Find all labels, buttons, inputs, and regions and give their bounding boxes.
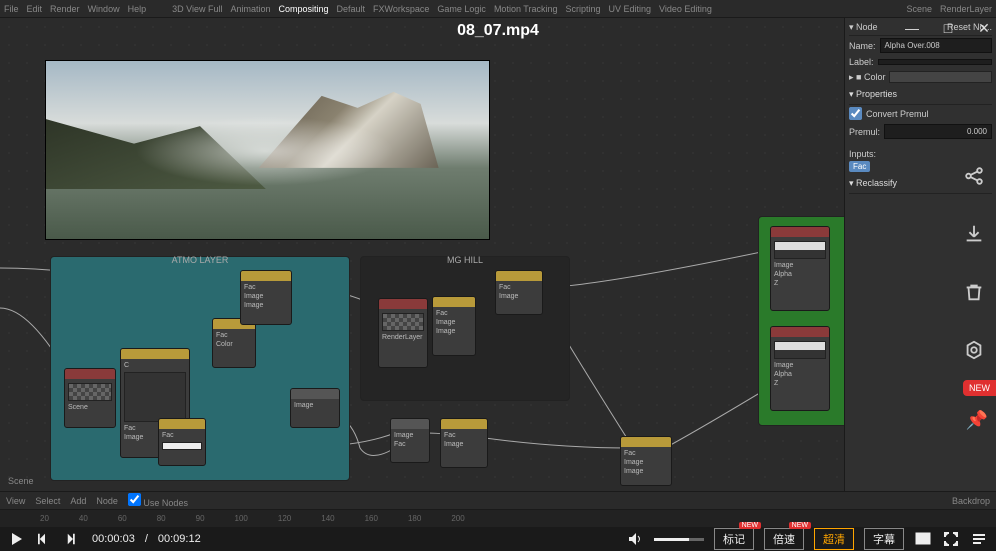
ws-default[interactable]: Default [337, 4, 366, 14]
total-time: 00:09:12 [158, 533, 201, 545]
node-editor-header: View Select Add Node Use Nodes Backdrop [0, 491, 996, 509]
next-button[interactable] [64, 530, 82, 548]
convert-premul-checkbox[interactable] [849, 107, 862, 120]
menu-add[interactable]: Add [70, 496, 86, 506]
ws-3dview[interactable]: 3D View Full [172, 4, 222, 14]
backdrop-toggle[interactable]: Backdrop [952, 496, 990, 506]
layer-selector[interactable]: RenderLayer [940, 4, 992, 14]
scene-selector[interactable]: Scene [906, 4, 932, 14]
ws-fx[interactable]: FXWorkspace [373, 4, 429, 14]
timeline[interactable]: 20 40 60 80 90 100 120 140 160 180 200 [0, 509, 996, 527]
menu-select[interactable]: Select [35, 496, 60, 506]
menu-edit[interactable]: Edit [27, 4, 43, 14]
node-alpha-over[interactable]: Fac Image Image [240, 270, 292, 325]
premul-label: Premul: [849, 127, 880, 137]
menu-node[interactable]: Node [96, 496, 118, 506]
video-title: 08_07.mp4 [457, 22, 539, 40]
ws-animation[interactable]: Animation [230, 4, 270, 14]
properties-section[interactable]: ▾ Properties [849, 85, 992, 105]
name-field[interactable]: Alpha Over.008 [880, 38, 992, 53]
convert-label: Convert Premul [866, 109, 929, 119]
delete-icon[interactable] [958, 276, 990, 308]
menu-render[interactable]: Render [50, 4, 80, 14]
fullscreen-icon[interactable] [942, 530, 960, 548]
group-label: MG HILL [447, 255, 483, 265]
pip-icon[interactable] [914, 530, 932, 548]
menu-file[interactable]: File [4, 4, 19, 14]
playlist-icon[interactable] [970, 530, 988, 548]
volume-slider[interactable] [654, 538, 704, 541]
subtitle-button[interactable]: 字幕 [864, 528, 904, 550]
top-menu-bar: File Edit Render Window Help 3D View Ful… [0, 0, 996, 18]
window-minimize-button[interactable]: — [904, 20, 920, 36]
node-renderlayers-2[interactable]: RenderLayer [378, 298, 428, 368]
backdrop-viewer [45, 60, 490, 240]
menu-help[interactable]: Help [128, 4, 147, 14]
window-maximize-button[interactable]: □ [940, 20, 956, 36]
volume-icon[interactable] [626, 530, 644, 548]
label-label: Label: [849, 57, 874, 67]
node-viewer[interactable]: Image Alpha Z [770, 226, 830, 311]
node-mix[interactable]: Fac [158, 418, 206, 466]
node-alpha-over-3[interactable]: Fac Image Image [620, 436, 672, 486]
quality-button[interactable]: 超清 [814, 528, 854, 550]
speed-button[interactable]: 倍速NEW [764, 528, 804, 550]
name-label: Name: [849, 41, 876, 51]
video-playbar: 00:00:03 / 00:09:12 标记NEW 倍速NEW 超清 字幕 [0, 527, 996, 551]
node-mix-3[interactable]: Fac Image [440, 418, 488, 468]
node-blur[interactable]: Image Fac [390, 418, 430, 463]
play-button[interactable] [8, 530, 26, 548]
node-editor-canvas[interactable]: ATMO LAYER MG HILL Scene C Fac Image Fac… [0, 18, 844, 491]
floating-toolbar [958, 160, 990, 366]
ws-gamelogic[interactable]: Game Logic [437, 4, 486, 14]
settings-icon[interactable] [958, 334, 990, 366]
prev-button[interactable] [36, 530, 54, 548]
ws-uv[interactable]: UV Editing [608, 4, 651, 14]
mark-button[interactable]: 标记NEW [714, 528, 754, 550]
pin-icon[interactable]: 📌 [966, 410, 988, 431]
window-close-button[interactable]: ✕ [976, 20, 992, 36]
group-label: ATMO LAYER [172, 255, 229, 265]
node-renderlayers[interactable]: Scene [64, 368, 116, 428]
node-composite[interactable]: Image Alpha Z [770, 326, 830, 411]
label-field[interactable] [878, 59, 992, 65]
node-value[interactable]: Image [290, 388, 340, 428]
node-mix-2[interactable]: Fac Image Image [432, 296, 476, 356]
download-icon[interactable] [958, 218, 990, 250]
current-time: 00:00:03 [92, 533, 135, 545]
inputs-label: Inputs: [849, 149, 992, 159]
node-alpha-over-2[interactable]: Fac Image [495, 270, 543, 315]
fac-input[interactable]: Fac [849, 161, 870, 172]
premul-value[interactable]: 0.000 [884, 124, 992, 139]
ws-scripting[interactable]: Scripting [565, 4, 600, 14]
panel-title: ▾ Node [849, 22, 878, 33]
ws-compositing[interactable]: Compositing [278, 4, 328, 14]
menu-window[interactable]: Window [88, 4, 120, 14]
share-icon[interactable] [958, 160, 990, 192]
color-label[interactable]: Color [864, 72, 886, 82]
new-badge: NEW [963, 380, 996, 396]
ws-video[interactable]: Video Editing [659, 4, 712, 14]
menu-view[interactable]: View [6, 496, 25, 506]
scene-label: Scene [8, 476, 34, 486]
node-invert[interactable]: Fac Color [212, 318, 256, 368]
color-slider[interactable] [889, 71, 992, 83]
use-nodes-toggle[interactable]: Use Nodes [128, 493, 188, 508]
ws-motion[interactable]: Motion Tracking [494, 4, 558, 14]
